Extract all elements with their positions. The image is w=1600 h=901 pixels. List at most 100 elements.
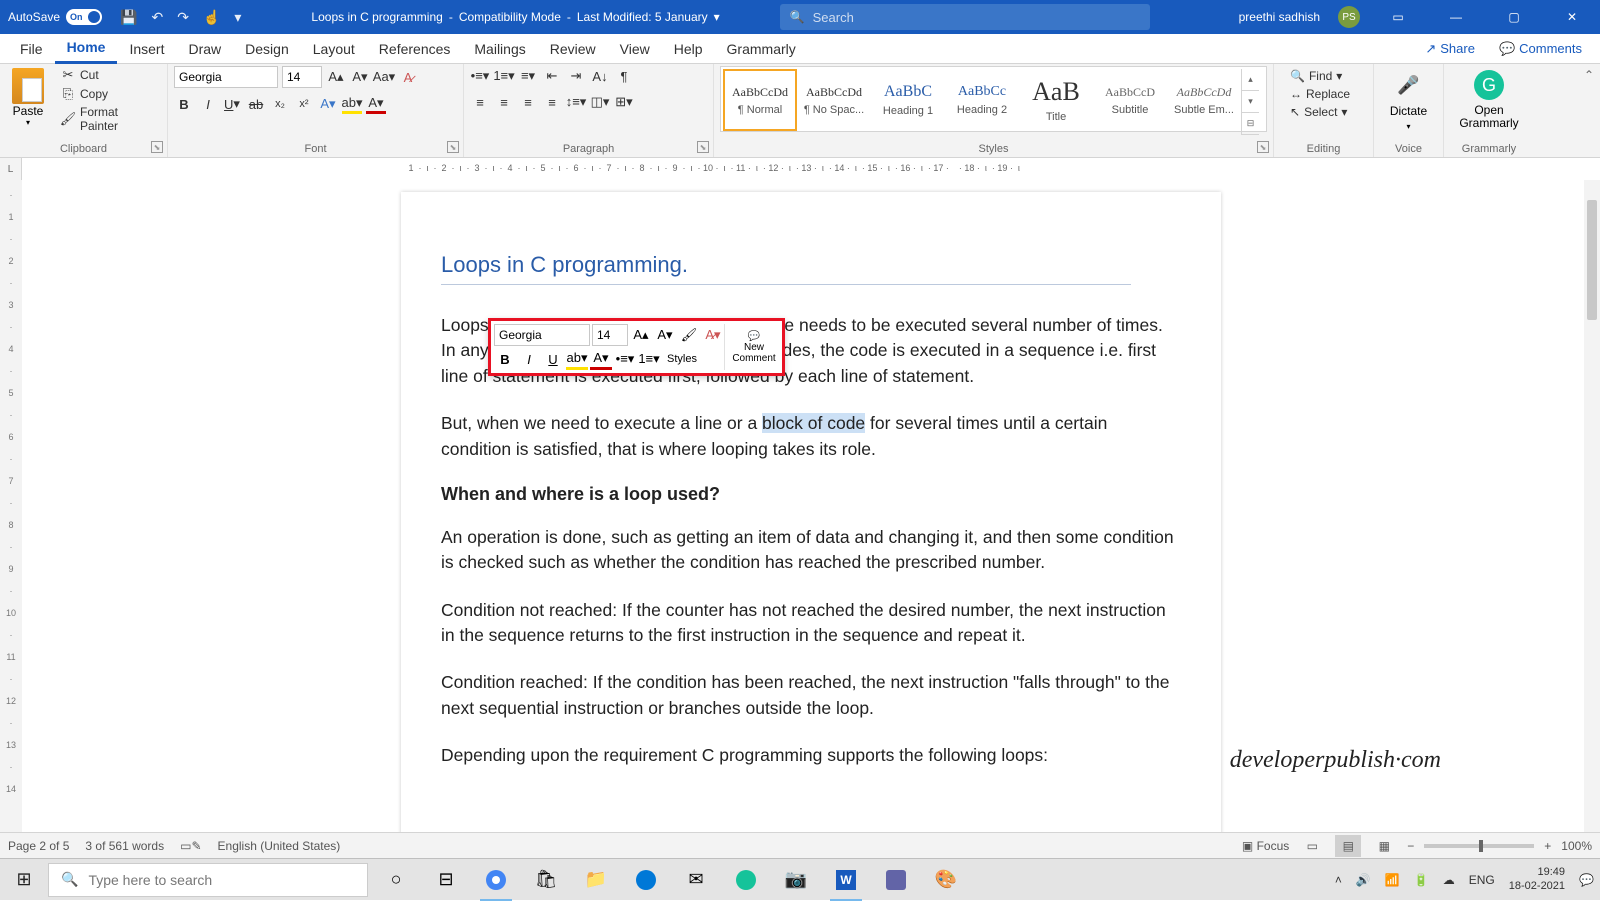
align-left-button[interactable]: ≡ — [470, 92, 490, 112]
shading-button[interactable]: ◫▾ — [590, 92, 610, 112]
clipboard-launcher[interactable]: ⬊ — [151, 141, 163, 153]
vertical-ruler[interactable]: ·1·2·3·4·5·6·7·8·9·10·11·12·13·14 — [0, 180, 22, 854]
mini-new-comment[interactable]: 💬 New Comment — [724, 324, 779, 370]
open-grammarly-button[interactable]: G Open Grammarly — [1450, 66, 1528, 134]
spell-check-icon[interactable]: ▭✎ — [180, 839, 201, 853]
search-box[interactable]: 🔍 — [780, 4, 1150, 30]
mini-styles[interactable]: Styles — [662, 348, 702, 370]
web-layout-button[interactable]: ▦ — [1371, 835, 1397, 857]
edge-icon[interactable] — [622, 859, 670, 901]
tab-grammarly[interactable]: Grammarly — [715, 34, 808, 64]
find-button[interactable]: 🔍Find ▾ — [1286, 68, 1361, 84]
sort-button[interactable]: A↓ — [590, 66, 610, 86]
mini-clear-format[interactable]: A̷▾ — [702, 324, 724, 346]
mini-grow-font[interactable]: A▴ — [630, 324, 652, 346]
mini-size-select[interactable] — [592, 324, 628, 346]
increase-indent-button[interactable]: ⇥ — [566, 66, 586, 86]
status-words[interactable]: 3 of 561 words — [85, 839, 164, 853]
dictate-button[interactable]: 🎤 Dictate▾ — [1380, 66, 1437, 135]
style-subtle-em[interactable]: AaBbCcDdSubtle Em... — [1167, 69, 1241, 131]
tab-layout[interactable]: Layout — [301, 34, 367, 64]
clear-format-button[interactable]: A̷ — [398, 67, 418, 87]
borders-button[interactable]: ⊞▾ — [614, 92, 634, 112]
undo-icon[interactable]: ↶ — [151, 9, 163, 26]
style-heading1[interactable]: AaBbCHeading 1 — [871, 69, 945, 131]
tab-references[interactable]: References — [367, 34, 463, 64]
styles-scroll[interactable]: ▴▾⊟ — [1241, 69, 1259, 135]
save-icon[interactable]: 💾 — [120, 9, 137, 26]
status-language[interactable]: English (United States) — [218, 839, 341, 853]
task-view-icon[interactable]: ⊟ — [422, 859, 470, 901]
style-nospacing[interactable]: AaBbCcDd¶ No Spac... — [797, 69, 871, 131]
italic-button[interactable]: I — [198, 94, 218, 114]
highlight-button[interactable]: ab▾ — [342, 94, 362, 114]
tray-lang[interactable]: ENG — [1469, 873, 1495, 887]
style-subtitle[interactable]: AaBbCcDSubtitle — [1093, 69, 1167, 131]
word-task-icon[interactable]: W — [822, 859, 870, 901]
redo-icon[interactable]: ↷ — [177, 9, 189, 26]
cortana-icon[interactable]: ○ — [372, 859, 420, 901]
wifi-icon[interactable]: 📶 — [1385, 873, 1400, 887]
store-icon[interactable]: 🛍 — [522, 859, 570, 901]
tab-insert[interactable]: Insert — [117, 34, 176, 64]
tray-expand-icon[interactable]: ˄ — [1335, 873, 1342, 887]
tab-file[interactable]: File — [8, 34, 55, 64]
chrome-icon[interactable] — [472, 859, 520, 901]
styles-gallery[interactable]: AaBbCcDd¶ Normal AaBbCcDd¶ No Spac... Aa… — [720, 66, 1267, 132]
autosave-toggle[interactable]: AutoSave On — [0, 9, 110, 25]
bullets-button[interactable]: •≡▾ — [470, 66, 490, 86]
tab-design[interactable]: Design — [233, 34, 301, 64]
tab-mailings[interactable]: Mailings — [462, 34, 537, 64]
mini-font-color[interactable]: A▾ — [590, 348, 612, 370]
font-size-select[interactable] — [282, 66, 322, 88]
chevron-down-icon[interactable]: ▾ — [714, 10, 720, 24]
collapse-ribbon-icon[interactable]: ⌃ — [1584, 68, 1594, 82]
mini-shrink-font[interactable]: A▾ — [654, 324, 676, 346]
multilevel-button[interactable]: ≡▾ — [518, 66, 538, 86]
zoom-out[interactable]: − — [1407, 839, 1414, 853]
text-effects-button[interactable]: A▾ — [318, 94, 338, 114]
font-launcher[interactable]: ⬊ — [447, 141, 459, 153]
style-normal[interactable]: AaBbCcDd¶ Normal — [723, 69, 797, 131]
zoom-in[interactable]: + — [1544, 839, 1551, 853]
minimize-icon[interactable]: — — [1436, 0, 1476, 34]
vertical-scrollbar[interactable] — [1584, 180, 1600, 854]
decrease-indent-button[interactable]: ⇤ — [542, 66, 562, 86]
shrink-font-button[interactable]: A▾ — [350, 67, 370, 87]
bold-button[interactable]: B — [174, 94, 194, 114]
tab-draw[interactable]: Draw — [176, 34, 233, 64]
print-layout-button[interactable]: ▤ — [1335, 835, 1361, 857]
read-mode-button[interactable]: ▭ — [1299, 835, 1325, 857]
zoom-slider[interactable] — [1424, 844, 1534, 848]
ribbon-display-icon[interactable]: ▭ — [1378, 0, 1418, 34]
close-icon[interactable]: ✕ — [1552, 0, 1592, 34]
mini-numbering[interactable]: 1≡▾ — [638, 348, 660, 370]
explorer-icon[interactable]: 📁 — [572, 859, 620, 901]
zoom-level[interactable]: 100% — [1561, 839, 1592, 853]
mini-bold[interactable]: B — [494, 348, 516, 370]
tab-help[interactable]: Help — [662, 34, 715, 64]
font-name-select[interactable] — [174, 66, 278, 88]
grow-font-button[interactable]: A▴ — [326, 67, 346, 87]
style-heading2[interactable]: AaBbCcHeading 2 — [945, 69, 1019, 131]
select-button[interactable]: ↖Select ▾ — [1286, 104, 1361, 120]
strike-button[interactable]: ab — [246, 94, 266, 114]
mini-italic[interactable]: I — [518, 348, 540, 370]
teams-icon[interactable] — [872, 859, 920, 901]
underline-button[interactable]: U▾ — [222, 94, 242, 114]
font-color-button[interactable]: A▾ — [366, 94, 386, 114]
mini-bullets[interactable]: •≡▾ — [614, 348, 636, 370]
avatar[interactable]: PS — [1338, 6, 1360, 28]
superscript-button[interactable]: x² — [294, 94, 314, 114]
styles-launcher[interactable]: ⬊ — [1257, 141, 1269, 153]
change-case-button[interactable]: Aa▾ — [374, 67, 394, 87]
cut-button[interactable]: ✂Cut — [56, 66, 161, 84]
qat-more-icon[interactable]: ▾ — [234, 9, 241, 26]
justify-button[interactable]: ≡ — [542, 92, 562, 112]
battery-icon[interactable]: 🔋 — [1414, 873, 1429, 887]
format-painter-button[interactable]: 🖌Format Painter — [56, 104, 161, 134]
taskbar-search[interactable]: 🔍 Type here to search — [48, 863, 368, 897]
grammarly-task-icon[interactable] — [722, 859, 770, 901]
mail-icon[interactable]: ✉ — [672, 859, 720, 901]
volume-icon[interactable]: 🔊 — [1356, 873, 1371, 887]
